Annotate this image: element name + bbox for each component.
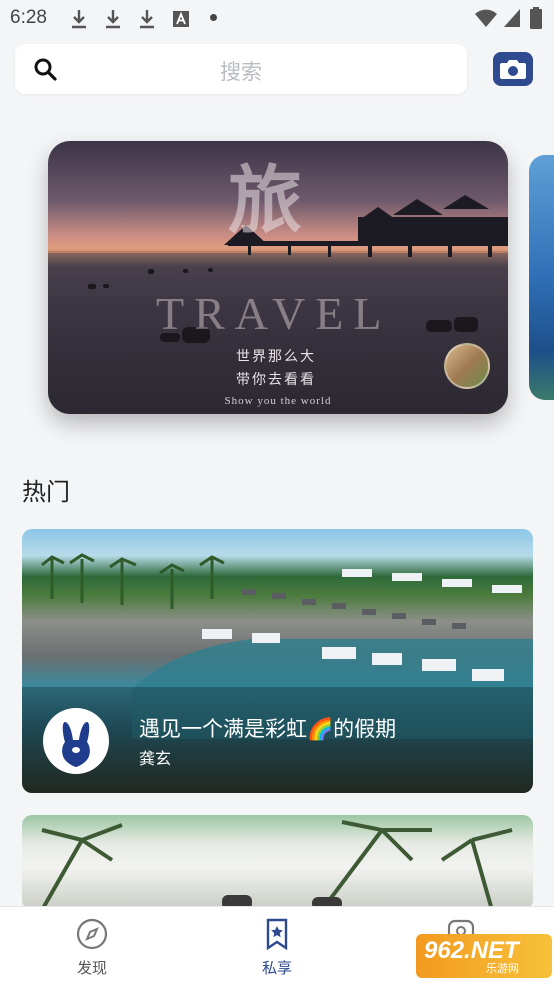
signal-icon <box>504 9 520 27</box>
status-bar: 6:28 <box>0 0 554 36</box>
watermark-subtext: 乐游网 <box>486 962 519 975</box>
post-title: 遇见一个满是彩虹🌈的假期 <box>139 717 397 741</box>
section-title: 热门 <box>22 478 70 506</box>
nav-label-private: 私享 <box>261 959 292 977</box>
banner-next-slide[interactable] <box>529 155 554 400</box>
banner-slogan-line1: 世界那么大 <box>236 349 316 365</box>
rabbit-logo-icon <box>62 722 90 767</box>
nav-item-discover[interactable]: 发现 <box>37 907 147 985</box>
download-icon <box>106 10 120 29</box>
post-card[interactable] <box>22 815 533 910</box>
text-a-icon <box>173 11 189 27</box>
banner-slogan-line3: Show you the world <box>224 395 332 407</box>
banner-heading-char: 旅 <box>228 158 302 244</box>
nav-label-discover: 发现 <box>76 959 107 977</box>
notification-dot-icon <box>210 14 217 21</box>
post-author: 龚玄 <box>139 749 172 768</box>
download-icon <box>72 10 86 29</box>
watermark-logo: 962.NET 乐游网 <box>416 934 552 978</box>
post-card[interactable]: 遇见一个满是彩虹🌈的假期 龚玄 <box>22 529 533 793</box>
author-avatar[interactable] <box>43 708 109 774</box>
bookmark-star-icon <box>266 918 288 950</box>
camera-button[interactable] <box>493 52 533 86</box>
banner-travel-word: TRAVEL <box>156 288 392 339</box>
status-time: 6:28 <box>10 7 47 28</box>
download-icon <box>140 10 154 29</box>
wifi-icon <box>475 9 497 27</box>
post-card-image <box>40 820 513 910</box>
banner-avatar[interactable] <box>444 343 490 389</box>
banner-slide[interactable]: 旅 TRAVEL 世界那么大 带你去看看 Show you the world <box>48 141 508 414</box>
battery-icon <box>530 7 542 29</box>
search-placeholder: 搜索 <box>220 60 262 84</box>
nav-item-private[interactable]: 私享 <box>222 907 332 985</box>
search-input[interactable]: 搜索 <box>15 44 467 94</box>
camera-icon <box>500 60 526 79</box>
compass-icon <box>76 918 108 950</box>
banner-slogan-line2: 带你去看看 <box>236 372 316 388</box>
